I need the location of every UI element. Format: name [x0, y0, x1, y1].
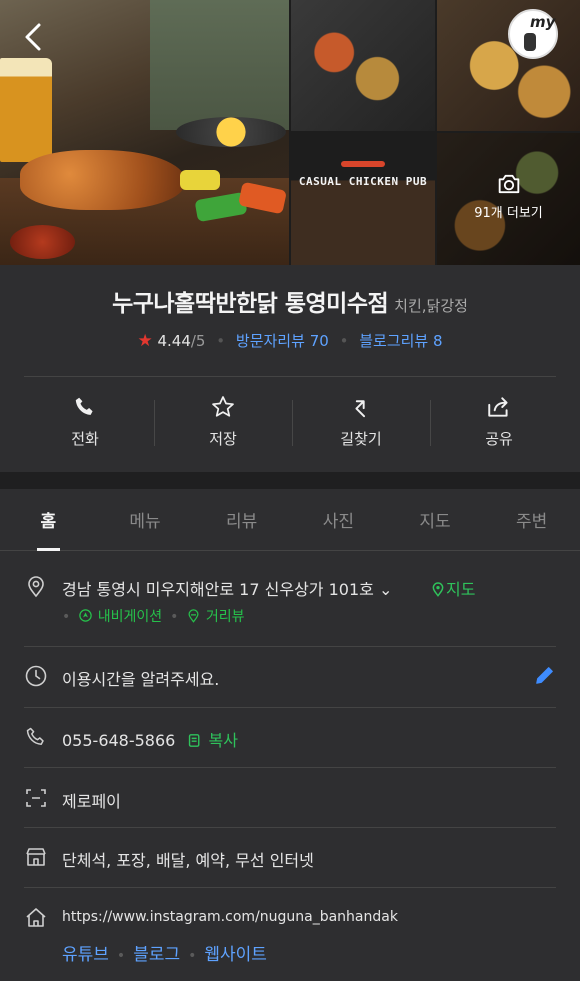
photo-neon: [341, 161, 385, 167]
tab-bar: 홈 메뉴 리뷰 사진 지도 주변: [0, 489, 580, 551]
navigation-label: 내비게이션: [97, 609, 163, 625]
my-badge-label: my: [530, 13, 556, 31]
website-url[interactable]: https://www.instagram.com/nuguna_banhand…: [62, 909, 398, 925]
directions-icon: [355, 400, 366, 418]
directions-label: 길찾기: [340, 430, 382, 448]
photo-veg: [180, 170, 220, 190]
store-icon: [26, 848, 46, 866]
chevron-left-icon[interactable]: [20, 22, 50, 52]
navigation-icon: [79, 609, 93, 622]
photo-thumb-1[interactable]: [291, 0, 435, 131]
address-text[interactable]: 경남 통영시 미우지해안로 17 신우상가 101호 ⌄: [62, 576, 392, 600]
visitor-reviews-count: 70: [309, 332, 329, 350]
home-icon: [26, 908, 46, 927]
visitor-reviews-label: 방문자리뷰: [235, 332, 305, 350]
photo-chicken: [20, 150, 185, 210]
phone-value: 055-648-5866: [62, 731, 176, 750]
divider: [24, 827, 556, 828]
rating-value: 4.44: [157, 332, 191, 350]
location-pin-icon: [28, 576, 44, 598]
profile-figure-icon: [524, 33, 536, 51]
chevron-down-icon[interactable]: ⌄: [379, 580, 392, 599]
youtube-link[interactable]: 유튜브: [62, 945, 109, 965]
tab-nearby[interactable]: 주변: [483, 489, 580, 550]
photo-sauce: [10, 225, 75, 259]
phone-outline-icon: [26, 727, 44, 746]
photo-plate: [176, 117, 286, 147]
save-button[interactable]: 저장: [154, 392, 292, 458]
photo-thumb-2[interactable]: [437, 0, 580, 131]
address-value: 경남 통영시 미우지해안로 17 신우상가 101호: [62, 580, 374, 599]
share-icon: [488, 397, 508, 417]
directions-button[interactable]: 길찾기: [292, 392, 430, 458]
separator-dot: •: [188, 948, 197, 964]
photo-gallery[interactable]: CASUAL CHICKEN PUB 91개 더보기 my: [0, 0, 580, 265]
map-pin-icon: [432, 582, 444, 597]
copy-icon: [189, 734, 200, 747]
streetview-icon: [188, 609, 199, 623]
phone-number[interactable]: 055-648-5866 복사: [62, 727, 238, 751]
address-links: • 내비게이션 • 거리뷰: [62, 606, 244, 626]
tab-home[interactable]: 홈: [0, 489, 97, 551]
tab-review[interactable]: 리뷰: [193, 489, 290, 550]
phone-icon: [75, 397, 93, 415]
tab-photo[interactable]: 사진: [290, 489, 387, 550]
tab-map[interactable]: 지도: [387, 489, 484, 550]
place-stats: ★ 4.44/5 • 방문자리뷰 70 • 블로그리뷰 8: [0, 330, 580, 351]
amenities-text: 단체석, 포장, 배달, 예약, 무선 인터넷: [62, 851, 314, 870]
separator-dot: •: [170, 609, 179, 625]
place-category: 치킨,닭강정: [394, 297, 468, 315]
photo-thumb-3[interactable]: CASUAL CHICKEN PUB: [291, 133, 435, 265]
website-links: 유튜브 • 블로그 • 웹사이트: [62, 940, 267, 965]
separator-dot: •: [216, 332, 226, 350]
visitor-reviews-link[interactable]: 방문자리뷰 70: [236, 332, 329, 350]
scan-pay-icon: [26, 789, 46, 807]
share-label: 공유: [485, 430, 513, 448]
clock-icon: [25, 665, 47, 687]
photo-sign-text: CASUAL CHICKEN PUB: [298, 175, 428, 188]
section-gap: [0, 472, 580, 489]
edit-pencil-icon[interactable]: [534, 664, 556, 686]
rating-max: /5: [190, 332, 206, 350]
copy-label: 복사: [208, 731, 238, 750]
action-bar: 전화 저장 길찾기 공유: [16, 392, 568, 458]
blog-reviews-label: 블로그리뷰: [359, 332, 429, 350]
divider: [24, 707, 556, 708]
camera-icon: [498, 174, 519, 194]
separator-dot: •: [339, 332, 349, 350]
call-button[interactable]: 전화: [16, 392, 154, 458]
share-button[interactable]: 공유: [430, 392, 568, 458]
photo-beer: [0, 58, 52, 162]
separator-dot: •: [62, 609, 71, 625]
map-link[interactable]: 지도: [430, 576, 475, 600]
star-icon: ★: [137, 331, 153, 351]
star-outline-icon: [212, 396, 234, 417]
divider: [24, 646, 556, 647]
navigation-link[interactable]: 내비게이션: [78, 609, 162, 625]
divider: [24, 887, 556, 888]
hours-placeholder: 이용시간을 알려주세요.: [62, 670, 220, 689]
more-photos-button[interactable]: 91개 더보기: [437, 170, 580, 221]
place-title-row: 누구나홀딱반한닭 통영미수점 치킨,닭강정: [0, 284, 580, 318]
map-link-label: 지도: [446, 580, 476, 599]
streetview-link[interactable]: 거리뷰: [186, 609, 244, 625]
blog-reviews-link[interactable]: 블로그리뷰 8: [359, 332, 442, 350]
place-name: 누구나홀딱반한닭 통영미수점: [112, 291, 389, 317]
more-photos-label: 91개 더보기: [474, 206, 543, 221]
divider: [24, 767, 556, 768]
payment-text: 제로페이: [62, 792, 121, 811]
photo-background: [150, 0, 289, 130]
separator-dot: •: [116, 948, 126, 964]
divider: [24, 376, 556, 377]
copy-button[interactable]: 복사: [186, 731, 238, 750]
streetview-label: 거리뷰: [205, 609, 245, 625]
my-profile-button[interactable]: my: [508, 9, 558, 59]
call-label: 전화: [71, 430, 99, 448]
blog-reviews-count: 8: [433, 332, 443, 350]
save-label: 저장: [209, 430, 237, 448]
blog-link[interactable]: 블로그: [133, 945, 180, 965]
website-link[interactable]: 웹사이트: [204, 945, 267, 965]
tab-menu[interactable]: 메뉴: [97, 489, 194, 550]
